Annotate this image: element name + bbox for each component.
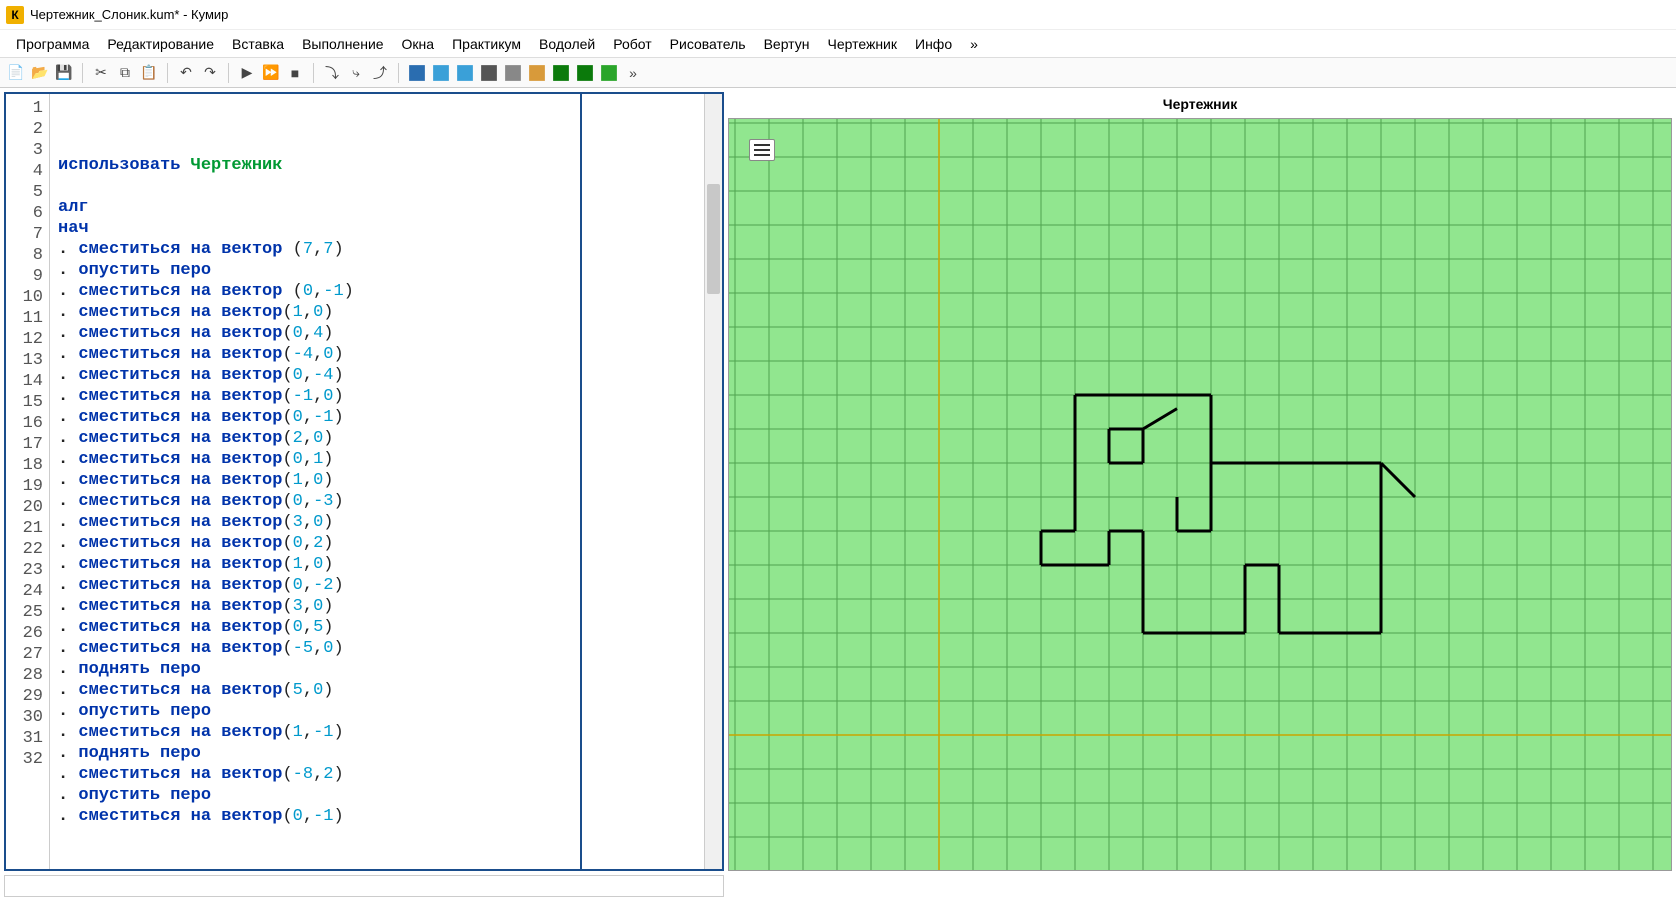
new-file-icon[interactable]: 📄 — [6, 63, 26, 83]
code-line[interactable]: алг — [58, 197, 696, 218]
editor-vertical-rule — [580, 94, 582, 869]
menu-practicum[interactable]: Практикум — [444, 32, 529, 56]
code-line[interactable]: . сместиться на вектор(-5,0) — [58, 638, 696, 659]
menu-program[interactable]: Программа — [8, 32, 97, 56]
code-line[interactable]: . опустить перо — [58, 260, 696, 281]
menu-vertun[interactable]: Вертун — [756, 32, 818, 56]
editor-wrap: 1234567891011121314151617181920212223242… — [6, 94, 722, 869]
code-line[interactable]: . сместиться на вектор(0,-1) — [58, 407, 696, 428]
run-fast-icon[interactable]: ⏩ — [261, 63, 281, 83]
actor-5-icon[interactable] — [503, 63, 523, 83]
code-line[interactable]: . поднять перо — [58, 659, 696, 680]
code-line[interactable]: . сместиться на вектор(0,-2) — [58, 575, 696, 596]
open-file-icon[interactable]: 📂 — [30, 63, 50, 83]
code-line[interactable]: . поднять перо — [58, 743, 696, 764]
code-line[interactable]: . сместиться на вектор(1,-1) — [58, 722, 696, 743]
app-icon: К — [6, 6, 24, 24]
code-line[interactable]: . сместиться на вектор(3,0) — [58, 596, 696, 617]
code-line[interactable]: . опустить перо — [58, 701, 696, 722]
cut-icon[interactable]: ✂ — [91, 63, 111, 83]
code-line[interactable]: . сместиться на вектор(0,5) — [58, 617, 696, 638]
actor-6-icon[interactable] — [527, 63, 547, 83]
paste-icon[interactable]: 📋 — [139, 63, 159, 83]
code-line[interactable]: . сместиться на вектор(1,0) — [58, 554, 696, 575]
step-into-icon[interactable]: ⤷ — [346, 63, 366, 83]
content-area: 1234567891011121314151617181920212223242… — [0, 88, 1676, 875]
titlebar: К Чертежник_Слоник.kum* - Кумир — [0, 0, 1676, 30]
window-title: Чертежник_Слоник.kum* - Кумир — [30, 7, 228, 22]
code-line[interactable]: . сместиться на вектор (0,-1) — [58, 281, 696, 302]
code-line[interactable]: . сместиться на вектор(0,-4) — [58, 365, 696, 386]
menu-robot[interactable]: Робот — [605, 32, 659, 56]
actor-4-icon[interactable] — [479, 63, 499, 83]
code-line[interactable]: . сместиться на вектор(0,4) — [58, 323, 696, 344]
actor-3-icon[interactable] — [455, 63, 475, 83]
line-number-gutter: 1234567891011121314151617181920212223242… — [6, 94, 50, 869]
code-line[interactable]: . сместиться на вектор(-4,0) — [58, 344, 696, 365]
menu-vodoley[interactable]: Водолей — [531, 32, 603, 56]
grid-svg — [729, 119, 1671, 870]
toolbar-divider — [398, 63, 399, 83]
code-line[interactable]: использовать Чертежник — [58, 155, 696, 176]
menu-info[interactable]: Инфо — [907, 32, 960, 56]
menu-more[interactable]: » — [962, 32, 986, 56]
code-line[interactable]: . сместиться на вектор(-1,0) — [58, 386, 696, 407]
toolbar: 📄 📂 💾 ✂ ⧉ 📋 ↶ ↷ ▶ ⏩ ■ ⤵ ⤷ ⤴ » — [0, 58, 1676, 88]
code-line[interactable]: . сместиться на вектор(0,2) — [58, 533, 696, 554]
code-line[interactable]: . сместиться на вектор(1,0) — [58, 470, 696, 491]
status-bar — [4, 875, 724, 897]
code-line[interactable]: . сместиться на вектор(0,-3) — [58, 491, 696, 512]
menu-windows[interactable]: Окна — [394, 32, 443, 56]
menubar: Программа Редактирование Вставка Выполне… — [0, 30, 1676, 58]
actor-1-icon[interactable] — [407, 63, 427, 83]
menu-run[interactable]: Выполнение — [294, 32, 391, 56]
save-file-icon[interactable]: 💾 — [54, 63, 74, 83]
menu-insert[interactable]: Вставка — [224, 32, 292, 56]
undo-icon[interactable]: ↶ — [176, 63, 196, 83]
menu-edit[interactable]: Редактирование — [99, 32, 222, 56]
actor-2-icon[interactable] — [431, 63, 451, 83]
toolbar-divider — [82, 63, 83, 83]
code-line[interactable]: . сместиться на вектор(1,0) — [58, 302, 696, 323]
step-out-icon[interactable]: ⤴ — [370, 63, 390, 83]
menu-draftsman[interactable]: Чертежник — [819, 32, 905, 56]
code-line[interactable]: . сместиться на вектор(5,0) — [58, 680, 696, 701]
actor-9-icon[interactable] — [599, 63, 619, 83]
canvas-panel: Чертежник — [728, 92, 1672, 871]
menu-painter[interactable]: Рисователь — [662, 32, 754, 56]
step-over-icon[interactable]: ⤵ — [322, 63, 342, 83]
drawing-canvas[interactable] — [728, 118, 1672, 871]
toolbar-more-icon[interactable]: » — [623, 63, 643, 83]
code-line[interactable]: . сместиться на вектор(0,-1) — [58, 806, 696, 827]
redo-icon[interactable]: ↷ — [200, 63, 220, 83]
code-line[interactable]: . сместиться на вектор(3,0) — [58, 512, 696, 533]
code-line[interactable]: . сместиться на вектор(2,0) — [58, 428, 696, 449]
run-icon[interactable]: ▶ — [237, 63, 257, 83]
code-line[interactable]: нач — [58, 218, 696, 239]
code-editor[interactable]: использовать Чертежникалгнач. сместиться… — [50, 94, 704, 869]
toolbar-divider — [228, 63, 229, 83]
toolbar-divider — [313, 63, 314, 83]
code-line[interactable]: . сместиться на вектор(0,1) — [58, 449, 696, 470]
scrollbar-thumb[interactable] — [707, 184, 720, 294]
code-line[interactable] — [58, 176, 696, 197]
vertical-scrollbar[interactable] — [704, 94, 722, 869]
stop-icon[interactable]: ■ — [285, 63, 305, 83]
actor-7-icon[interactable] — [551, 63, 571, 83]
canvas-title: Чертежник — [728, 92, 1672, 118]
code-line[interactable]: . сместиться на вектор(-8,2) — [58, 764, 696, 785]
actor-8-icon[interactable] — [575, 63, 595, 83]
editor-panel: 1234567891011121314151617181920212223242… — [4, 92, 724, 871]
canvas-menu-icon[interactable] — [749, 139, 775, 161]
code-line[interactable]: . сместиться на вектор (7,7) — [58, 239, 696, 260]
copy-icon[interactable]: ⧉ — [115, 63, 135, 83]
toolbar-divider — [167, 63, 168, 83]
code-line[interactable]: . опустить перо — [58, 785, 696, 806]
